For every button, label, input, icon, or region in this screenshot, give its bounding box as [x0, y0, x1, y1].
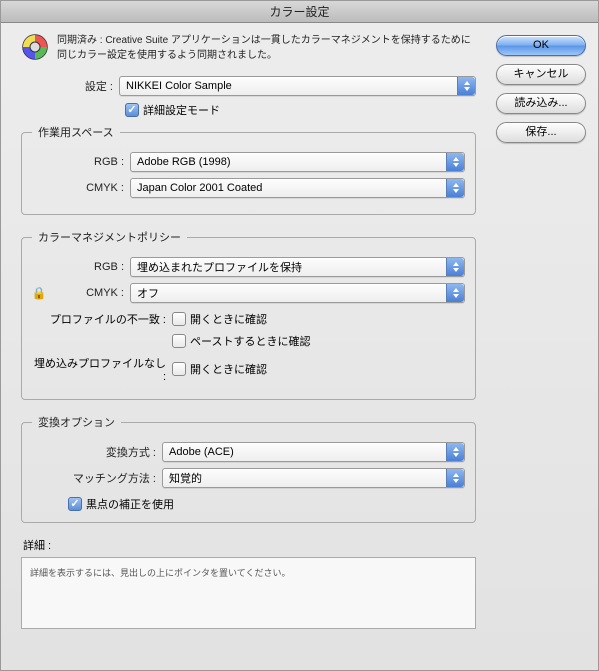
policy-legend: カラーマネジメントポリシー — [32, 229, 187, 245]
intent-value: 知覚的 — [169, 470, 202, 486]
blackpoint-label: 黒点の補正を使用 — [86, 496, 174, 512]
updown-arrow-icon — [446, 469, 464, 487]
missing-open-label: 開くときに確認 — [190, 361, 267, 377]
intent-select[interactable]: 知覚的 — [162, 468, 465, 488]
details-label: 詳細 : — [23, 537, 484, 553]
details-hint: 詳細を表示するには、見出しの上にポインタを置いてください。 — [30, 568, 290, 578]
lock-icon: 🔒 — [32, 286, 46, 300]
updown-arrow-icon — [446, 153, 464, 171]
workspace-legend: 作業用スペース — [32, 124, 120, 140]
workspace-rgb-label: RGB : — [32, 156, 130, 168]
updown-arrow-icon — [446, 284, 464, 302]
updown-arrow-icon — [446, 179, 464, 197]
save-button[interactable]: 保存... — [496, 122, 586, 143]
missing-profile-label: 埋め込みプロファイルなし : — [32, 355, 172, 383]
ok-button[interactable]: OK — [496, 35, 586, 56]
load-button[interactable]: 読み込み... — [496, 93, 586, 114]
workspace-cmyk-value: Japan Color 2001 Coated — [137, 182, 262, 194]
conversion-group: 変換オプション 変換方式 : Adobe (ACE) マッチング方法 : 知覚的 — [21, 414, 476, 523]
settings-label: 設定 : — [21, 78, 119, 94]
policy-rgb-select[interactable]: 埋め込まれたプロファイルを保持 — [130, 257, 465, 277]
advanced-mode-label: 詳細設定モード — [143, 102, 220, 118]
profile-mismatch-label: プロファイルの不一致 : — [32, 311, 172, 327]
cancel-button[interactable]: キャンセル — [496, 64, 586, 85]
workspace-rgb-value: Adobe RGB (1998) — [137, 156, 231, 168]
engine-select[interactable]: Adobe (ACE) — [162, 442, 465, 462]
missing-open-checkbox[interactable] — [172, 362, 186, 376]
workspace-cmyk-label: CMYK : — [32, 182, 130, 194]
intent-label: マッチング方法 : — [32, 470, 162, 486]
mismatch-paste-label: ペーストするときに確認 — [190, 333, 310, 349]
advanced-mode-checkbox[interactable] — [125, 103, 139, 117]
mismatch-open-checkbox[interactable] — [172, 312, 186, 326]
window-title: カラー設定 — [269, 5, 329, 19]
conversion-legend: 変換オプション — [32, 414, 121, 430]
mismatch-paste-checkbox[interactable] — [172, 334, 186, 348]
details-box: 詳細を表示するには、見出しの上にポインタを置いてください。 — [21, 557, 476, 629]
sync-status-text: 同期済み : Creative Suite アプリケーションは一貫したカラーマネ… — [57, 33, 476, 63]
sync-status-icon — [21, 33, 49, 64]
policy-cmyk-select[interactable]: オフ — [130, 283, 465, 303]
settings-select-value: NIKKEI Color Sample — [126, 80, 232, 92]
workspace-group: 作業用スペース RGB : Adobe RGB (1998) CMYK : Ja… — [21, 124, 476, 215]
policy-cmyk-label: CMYK : — [46, 287, 130, 299]
engine-label: 変換方式 : — [32, 444, 162, 460]
policy-group: カラーマネジメントポリシー RGB : 埋め込まれたプロファイルを保持 🔒 CM… — [21, 229, 476, 400]
settings-select[interactable]: NIKKEI Color Sample — [119, 76, 476, 96]
updown-arrow-icon — [446, 443, 464, 461]
workspace-cmyk-select[interactable]: Japan Color 2001 Coated — [130, 178, 465, 198]
policy-rgb-label: RGB : — [32, 261, 130, 273]
engine-value: Adobe (ACE) — [169, 446, 234, 458]
workspace-rgb-select[interactable]: Adobe RGB (1998) — [130, 152, 465, 172]
color-settings-dialog: カラー設定 同期済み : Creative Suite アプリケーションは一貫し… — [0, 0, 599, 671]
blackpoint-checkbox[interactable] — [68, 497, 82, 511]
policy-rgb-value: 埋め込まれたプロファイルを保持 — [137, 259, 302, 275]
titlebar: カラー設定 — [1, 1, 598, 23]
updown-arrow-icon — [446, 258, 464, 276]
updown-arrow-icon — [457, 77, 475, 95]
policy-cmyk-value: オフ — [137, 285, 159, 301]
mismatch-open-label: 開くときに確認 — [190, 311, 267, 327]
